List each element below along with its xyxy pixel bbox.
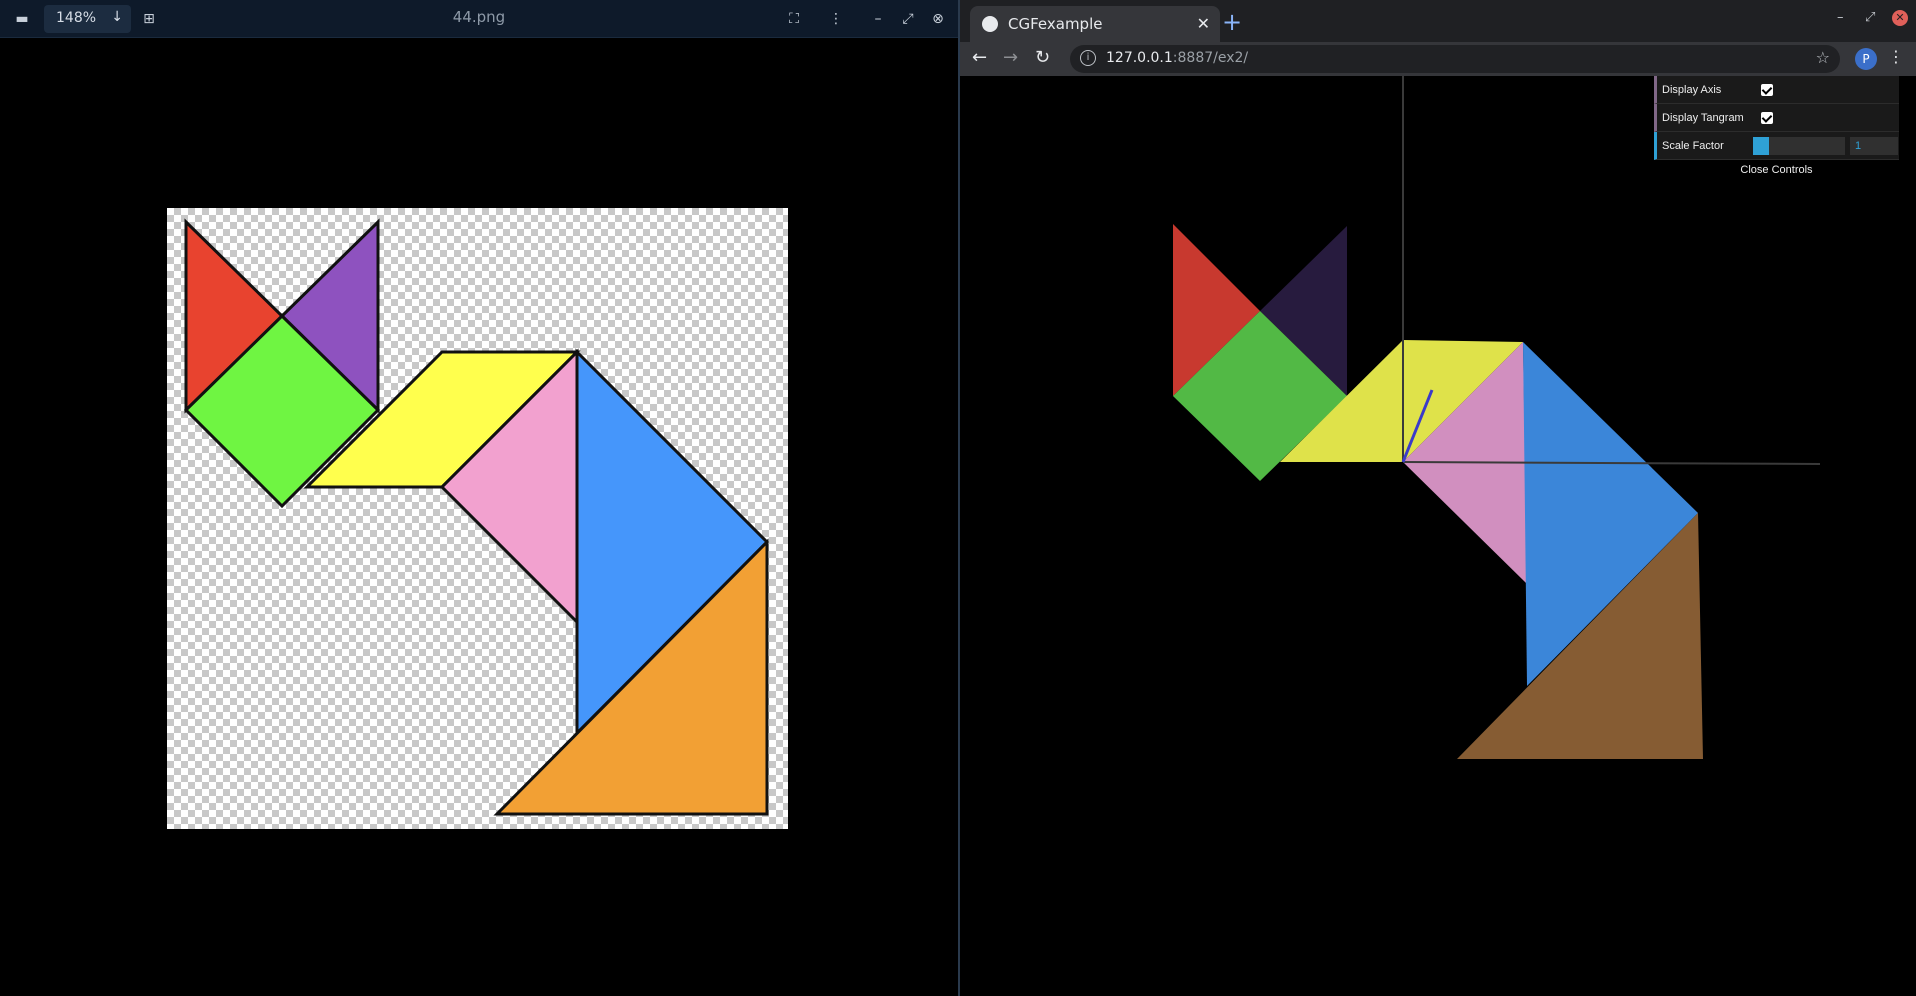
scale-factor-slider-fill [1753,137,1769,155]
scale-factor-row: Scale Factor 1 [1654,132,1899,160]
display-axis-label: Display Axis [1662,84,1722,96]
tangram-image [167,208,788,829]
avatar[interactable]: P [1855,48,1877,70]
tab-title: CGFexample [1008,15,1103,33]
display-axis-checkbox[interactable] [1761,84,1773,96]
scale-factor-label: Scale Factor [1662,140,1724,152]
display-tangram-row[interactable]: Display Tangram [1654,104,1899,132]
scene-canvas [1173,76,1821,759]
tab-bar: CGFexample ✕ + – ⤢ ✕ [960,0,1916,42]
scale-factor-slider[interactable] [1753,137,1845,155]
tangram-drawing [183,218,770,816]
kebab-icon[interactable]: ⋮ [826,9,846,29]
back-icon[interactable]: ← [972,47,987,68]
display-tangram-label: Display Tangram [1662,112,1744,124]
tab-cgfexample[interactable]: CGFexample ✕ [970,6,1220,42]
globe-icon [982,16,998,32]
desktop: ▬ 148% ↓ ⊞ 44.png ⛶ ⋮ – ⤢ ⊗ CGFexample ✕… [0,0,1916,996]
url-host: 127.0.0.1 [1106,50,1173,66]
close-controls-button[interactable]: Close Controls [1654,160,1899,180]
controls-panel: Display Axis Display Tangram Scale Facto… [1654,76,1899,180]
browser-toolbar: ← → ↻ i 127.0.0.1:8887/ex2/ ☆ P ⋮ [960,42,1916,76]
webgl-viewport[interactable]: Display Axis Display Tangram Scale Facto… [960,76,1916,996]
restore-icon[interactable]: ⤢ [898,9,918,29]
display-axis-row[interactable]: Display Axis [1654,76,1899,104]
address-bar[interactable]: i 127.0.0.1:8887/ex2/ ☆ [1070,45,1840,73]
close-icon[interactable]: ⊗ [928,9,948,29]
tab-close-icon[interactable]: ✕ [1197,14,1210,33]
close-icon[interactable]: ✕ [1892,10,1908,26]
fullscreen-icon[interactable]: ⛶ [784,9,804,29]
minimize-icon[interactable]: – [868,9,888,29]
reload-icon[interactable]: ↻ [1035,47,1050,68]
info-icon[interactable]: i [1080,50,1096,66]
viewer-toolbar: ▬ 148% ↓ ⊞ 44.png ⛶ ⋮ – ⤢ ⊗ [0,0,958,38]
url-path: :8887/ex2/ [1172,50,1249,66]
url-text: 127.0.0.1:8887/ex2/ [1106,50,1248,66]
browser-window: CGFexample ✕ + – ⤢ ✕ ← → ↻ i 127.0.0.1:8… [960,0,1916,996]
viewer-file-name: 44.png [452,8,506,26]
star-icon[interactable]: ☆ [1816,48,1830,67]
forward-icon[interactable]: → [1003,47,1018,68]
new-tab-icon[interactable]: + [1222,8,1242,36]
display-tangram-checkbox[interactable] [1761,112,1773,124]
image-viewer-window: ▬ 148% ↓ ⊞ 44.png ⛶ ⋮ – ⤢ ⊗ [0,0,958,996]
restore-icon[interactable]: ⤢ [1865,10,1875,25]
scale-factor-input[interactable]: 1 [1850,137,1898,155]
kebab-icon[interactable]: ⋮ [1888,47,1904,66]
minimize-icon[interactable]: – [1837,10,1844,25]
